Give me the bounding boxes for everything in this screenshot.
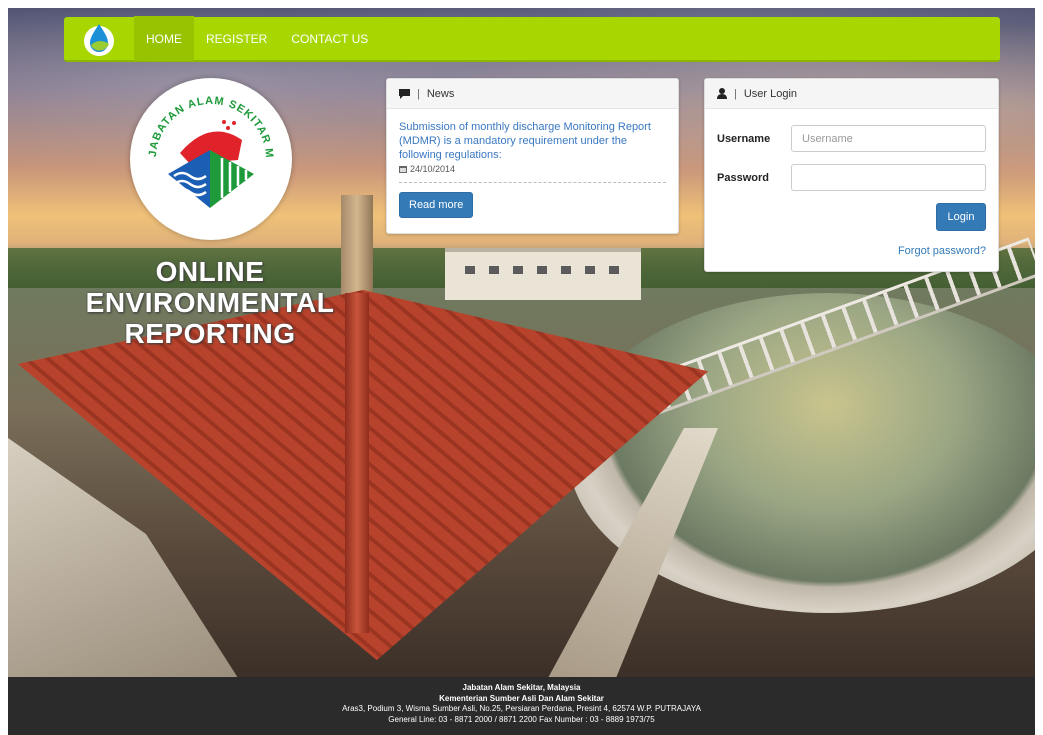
comment-icon	[399, 88, 410, 99]
heading-separator: |	[417, 87, 420, 100]
login-panel-heading: | User Login	[705, 79, 998, 109]
nav-register[interactable]: REGISTER	[194, 16, 279, 61]
user-icon	[717, 88, 727, 99]
jas-emblem: JABATAN ALAM SEKITAR MALAYSIA	[126, 69, 274, 208]
title-line-2: ENVIRONMENTAL	[85, 287, 335, 318]
title-line-3: REPORTING	[124, 318, 296, 349]
read-more-button[interactable]: Read more	[399, 192, 474, 218]
jas-logo: JABATAN ALAM SEKITAR MALAYSIA	[126, 69, 292, 240]
nav-home[interactable]: HOME	[134, 16, 194, 61]
background-building	[445, 248, 641, 300]
calendar-icon	[399, 166, 407, 173]
news-date-text: 24/10/2014	[410, 164, 456, 174]
site-title: ONLINE ENVIRONMENTAL REPORTING	[60, 256, 360, 349]
title-line-1: ONLINE	[155, 256, 265, 287]
water-drop-leaf-icon	[84, 23, 114, 56]
news-heading-label: News	[426, 87, 455, 100]
news-item-link[interactable]: Submission of monthly discharge Monitori…	[399, 120, 666, 162]
page-footer: Jabatan Alam Sekitar, Malaysia Kementeri…	[8, 677, 1035, 735]
user-login-panel: | User Login Username Password Login For…	[704, 78, 999, 272]
footer-contact: General Line: 03 - 8871 2000 / 8871 2200…	[388, 714, 655, 724]
heading-separator: |	[734, 87, 737, 100]
username-input[interactable]	[791, 125, 986, 152]
news-panel-heading: | News	[387, 79, 678, 109]
password-label: Password	[717, 171, 769, 184]
footer-address: Aras3, Podium 3, Wisma Sumber Asli, No.2…	[342, 704, 701, 713]
news-item-date: 24/10/2014	[399, 164, 666, 174]
username-label: Username	[717, 132, 771, 145]
news-panel: | News Submission of monthly discharge M…	[386, 78, 679, 234]
forgot-password-link[interactable]: Forgot password?	[717, 245, 986, 257]
password-input[interactable]	[791, 164, 986, 191]
brand-logo[interactable]	[64, 16, 134, 61]
nav-contact-us[interactable]: CONTACT US	[279, 16, 380, 61]
top-navbar: HOME REGISTER CONTACT US	[64, 16, 1000, 62]
footer-ministry-name: Kementerian Sumber Asli Dan Alam Sekitar	[439, 693, 604, 703]
login-button[interactable]: Login	[936, 203, 986, 231]
news-divider	[399, 182, 666, 183]
footer-agency-name: Jabatan Alam Sekitar, Malaysia	[462, 683, 581, 692]
login-heading-label: User Login	[743, 87, 798, 100]
